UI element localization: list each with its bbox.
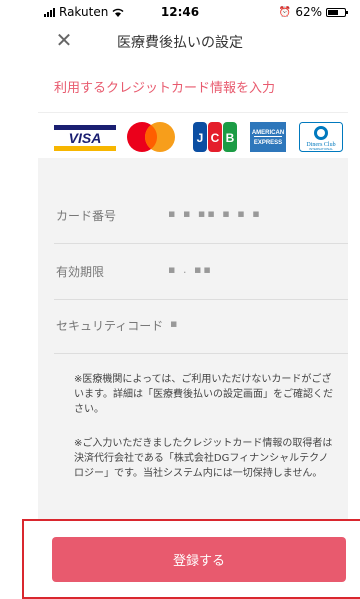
svg-text:INTERNATIONAL: INTERNATIONAL [309, 147, 333, 151]
battery-fill [328, 9, 338, 15]
nav-bar: ✕ 医療費後払いの設定 [0, 24, 360, 58]
card-form-panel: 利用するクレジットカード情報を入力 VISA J C B AMERICAN EX… [38, 58, 348, 593]
status-right: ⏰ 62% [278, 5, 348, 19]
card-number-row[interactable]: カード番号 ▪ ▪ ▪▪ ▪ ▪ ▪ [38, 188, 348, 244]
expiry-field[interactable]: ▪ . ▪▪ [168, 263, 213, 276]
visa-logo: VISA [54, 125, 116, 151]
svg-text:B: B [226, 131, 235, 145]
status-bar: Rakuten 12:46 ⏰ 62% [0, 0, 360, 24]
expiry-label: 有効期限 [56, 265, 105, 279]
divider [54, 353, 348, 354]
section-header: 利用するクレジットカード情報を入力 [38, 58, 348, 113]
battery-icon [326, 7, 348, 17]
battery-percent: 62% [295, 5, 322, 19]
card-brands: VISA J C B AMERICAN EXPRESS Diners Club … [38, 113, 348, 158]
jcb-logo: J C B [193, 122, 237, 152]
security-code-field[interactable]: ▪ [170, 317, 179, 330]
notice-2: ※ご入力いただきましたクレジットカード情報の取得者は決済代行会社である「株式会社… [74, 438, 333, 479]
page-title: 医療費後払いの設定 [117, 35, 243, 51]
register-button[interactable]: 登録する [52, 537, 346, 582]
security-code-label: セキュリティコード [56, 319, 164, 333]
expiry-row[interactable]: 有効期限 ▪ . ▪▪ [38, 244, 348, 300]
section-title: 利用するクレジットカード情報を入力 [54, 81, 276, 96]
svg-text:EXPRESS: EXPRESS [254, 140, 282, 146]
notice-1: ※医療機関によっては、ご利用いただけないカードがございます。詳細は「医療費後払い… [74, 374, 333, 415]
mastercard-logo [124, 121, 178, 153]
svg-text:J: J [197, 131, 204, 145]
security-code-row[interactable]: セキュリティコード ▪ [38, 298, 348, 354]
card-number-field[interactable]: ▪ ▪ ▪▪ ▪ ▪ ▪ [168, 207, 262, 220]
svg-text:AMERICAN: AMERICAN [252, 130, 284, 136]
diners-club-logo: Diners Club INTERNATIONAL [299, 122, 343, 152]
alarm-icon: ⏰ [278, 6, 292, 18]
svg-text:VISA: VISA [69, 130, 102, 146]
card-number-label: カード番号 [56, 209, 117, 223]
svg-text:C: C [211, 131, 220, 145]
amex-logo: AMERICAN EXPRESS [250, 122, 286, 152]
